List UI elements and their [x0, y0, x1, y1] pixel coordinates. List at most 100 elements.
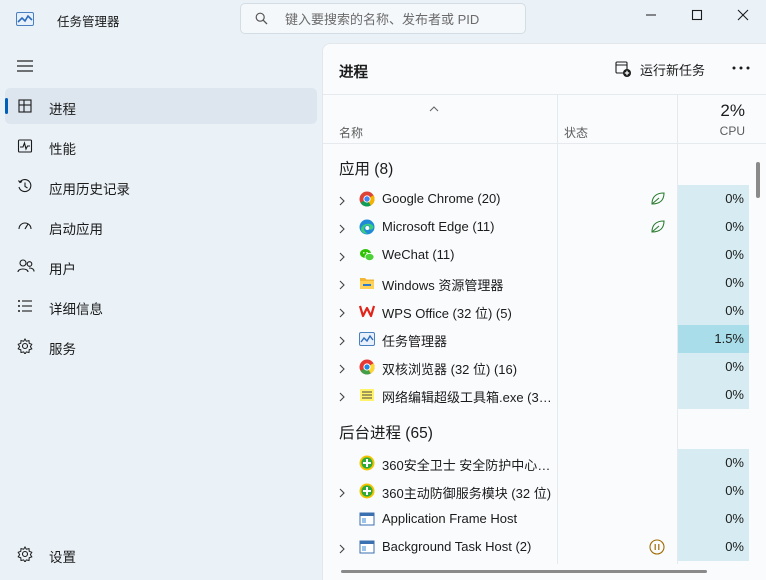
cpu-cell: 1.5% — [678, 325, 749, 353]
table-row[interactable]: Windows 资源管理器 0% — [323, 269, 766, 297]
run-new-task-label: 运行新任务 — [640, 62, 706, 78]
page-title: 进程 — [339, 65, 368, 81]
group-header-apps: 应用 (8) — [323, 145, 766, 185]
table-row[interactable]: 360主动防御服务模块 (32 位) 0% — [323, 477, 766, 505]
sidebar-item-label: 设置 — [49, 550, 76, 565]
chevron-right-icon[interactable] — [339, 390, 345, 405]
process-name: Microsoft Edge (11) — [382, 219, 495, 234]
sidebar-item-label: 性能 — [49, 142, 76, 157]
sidebar-item-label: 详细信息 — [49, 302, 103, 317]
process-name: WeChat (11) — [382, 247, 455, 262]
cpu-total-usage[interactable]: 2% — [720, 101, 745, 121]
360-icon — [359, 483, 375, 499]
cpu-cell: 0% — [678, 269, 749, 297]
column-header-status[interactable]: 状态 — [564, 124, 588, 141]
vertical-scrollbar[interactable] — [756, 162, 760, 198]
search-input[interactable] — [285, 10, 515, 28]
maximize-button[interactable] — [674, 0, 720, 30]
cpu-cell: 0% — [678, 353, 749, 381]
horizontal-scrollbar[interactable] — [341, 570, 707, 573]
table-row[interactable]: WPS Office (32 位) (5) 0% — [323, 297, 766, 325]
sort-ascending-icon — [429, 100, 439, 115]
column-header-cpu[interactable]: CPU — [720, 124, 745, 138]
group-header-background-processes: 后台进程 (65) — [323, 409, 766, 449]
chevron-right-icon[interactable] — [339, 278, 345, 293]
column-header-name[interactable]: 名称 — [339, 124, 363, 141]
sidebar-item-label: 启动应用 — [49, 222, 103, 237]
sidebar-item-settings[interactable]: 设置 — [5, 536, 317, 572]
details-icon — [17, 298, 35, 314]
search-box[interactable] — [240, 3, 526, 34]
efficiency-leaf-icon — [649, 191, 667, 207]
cpu-cell: 0% — [678, 533, 749, 561]
sidebar-item-details[interactable]: 详细信息 — [5, 288, 317, 324]
task-manager-app-icon — [16, 11, 34, 27]
table-row[interactable]: 网络编辑超级工具箱.exe (32 位) (2) 0% — [323, 381, 766, 409]
cpu-cell: 0% — [678, 477, 749, 505]
table-row[interactable]: 任务管理器 1.5% — [323, 325, 766, 353]
suspended-icon — [649, 539, 667, 555]
run-new-task-icon — [615, 60, 631, 77]
sidebar-item-label: 服务 — [49, 342, 76, 357]
chevron-right-icon[interactable] — [339, 250, 345, 265]
processes-panel: 进程 运行新任务 名称 状态 2% CPU 应用 (8) Google Chro… — [322, 43, 766, 580]
group-label: 应用 (8) — [339, 161, 394, 178]
process-name: Application Frame Host — [382, 511, 518, 526]
sidebar-item-app-history[interactable]: 应用历史记录 — [5, 168, 317, 204]
startup-icon — [17, 218, 35, 234]
dual-core-browser-icon — [359, 359, 375, 375]
minimize-button[interactable] — [628, 0, 674, 30]
cpu-cell: 0% — [678, 449, 749, 477]
more-icon — [732, 66, 750, 70]
table-row[interactable]: 双核浏览器 (32 位) (16) 0% — [323, 353, 766, 381]
table-row[interactable]: Microsoft Edge (11) 0% — [323, 213, 766, 241]
chevron-right-icon[interactable] — [339, 362, 345, 377]
history-icon — [17, 178, 35, 194]
hamburger-menu-icon[interactable] — [17, 59, 33, 76]
process-name: Windows 资源管理器 — [382, 278, 504, 293]
360-icon — [359, 455, 375, 471]
sidebar-item-startup-apps[interactable]: 启动应用 — [5, 208, 317, 244]
table-row[interactable]: WeChat (11) 0% — [323, 241, 766, 269]
group-label: 后台进程 (65) — [339, 425, 433, 442]
table-row[interactable]: 360安全卫士 安全防护中心模块 (32 位) 0% — [323, 449, 766, 477]
title-bar: 任务管理器 — [0, 0, 766, 40]
table-row[interactable]: Application Frame Host 0% — [323, 505, 766, 533]
active-indicator — [5, 98, 8, 114]
sidebar-item-users[interactable]: 用户 — [5, 248, 317, 284]
sidebar-item-label: 用户 — [49, 262, 76, 277]
cpu-cell: 0% — [678, 381, 749, 409]
toolbox-icon — [359, 387, 375, 403]
run-new-task-button[interactable]: 运行新任务 — [615, 58, 705, 80]
explorer-icon — [359, 275, 375, 291]
wechat-icon — [359, 247, 375, 263]
app-frame-icon — [359, 539, 375, 555]
chevron-right-icon[interactable] — [339, 222, 345, 237]
cpu-cell: 0% — [678, 297, 749, 325]
app-frame-icon — [359, 511, 375, 527]
close-icon — [737, 9, 749, 21]
more-options-button[interactable] — [727, 57, 755, 79]
cpu-cell: 0% — [678, 213, 749, 241]
chevron-right-icon[interactable] — [339, 486, 345, 501]
chevron-right-icon[interactable] — [339, 306, 345, 321]
table-row[interactable]: Background Task Host (2) 0% — [323, 533, 766, 561]
chevron-right-icon[interactable] — [339, 334, 345, 349]
users-icon — [17, 258, 35, 274]
maximize-icon — [691, 9, 703, 21]
chevron-right-icon[interactable] — [339, 542, 345, 557]
process-name: 360安全卫士 安全防护中心模块 (32 位) — [382, 458, 552, 473]
cpu-cell: 0% — [678, 185, 749, 213]
sidebar-item-label: 应用历史记录 — [49, 182, 130, 197]
close-button[interactable] — [720, 0, 766, 30]
services-icon — [17, 338, 35, 355]
sidebar-item-processes[interactable]: 进程 — [5, 88, 317, 124]
window-title: 任务管理器 — [57, 15, 120, 29]
sidebar-item-services[interactable]: 服务 — [5, 328, 317, 364]
wps-icon — [358, 303, 376, 319]
chevron-right-icon[interactable] — [339, 194, 345, 209]
performance-icon — [17, 138, 35, 154]
process-name: 360主动防御服务模块 (32 位) — [382, 486, 552, 501]
sidebar-item-performance[interactable]: 性能 — [5, 128, 317, 164]
table-row[interactable]: Google Chrome (20) 0% — [323, 185, 766, 213]
